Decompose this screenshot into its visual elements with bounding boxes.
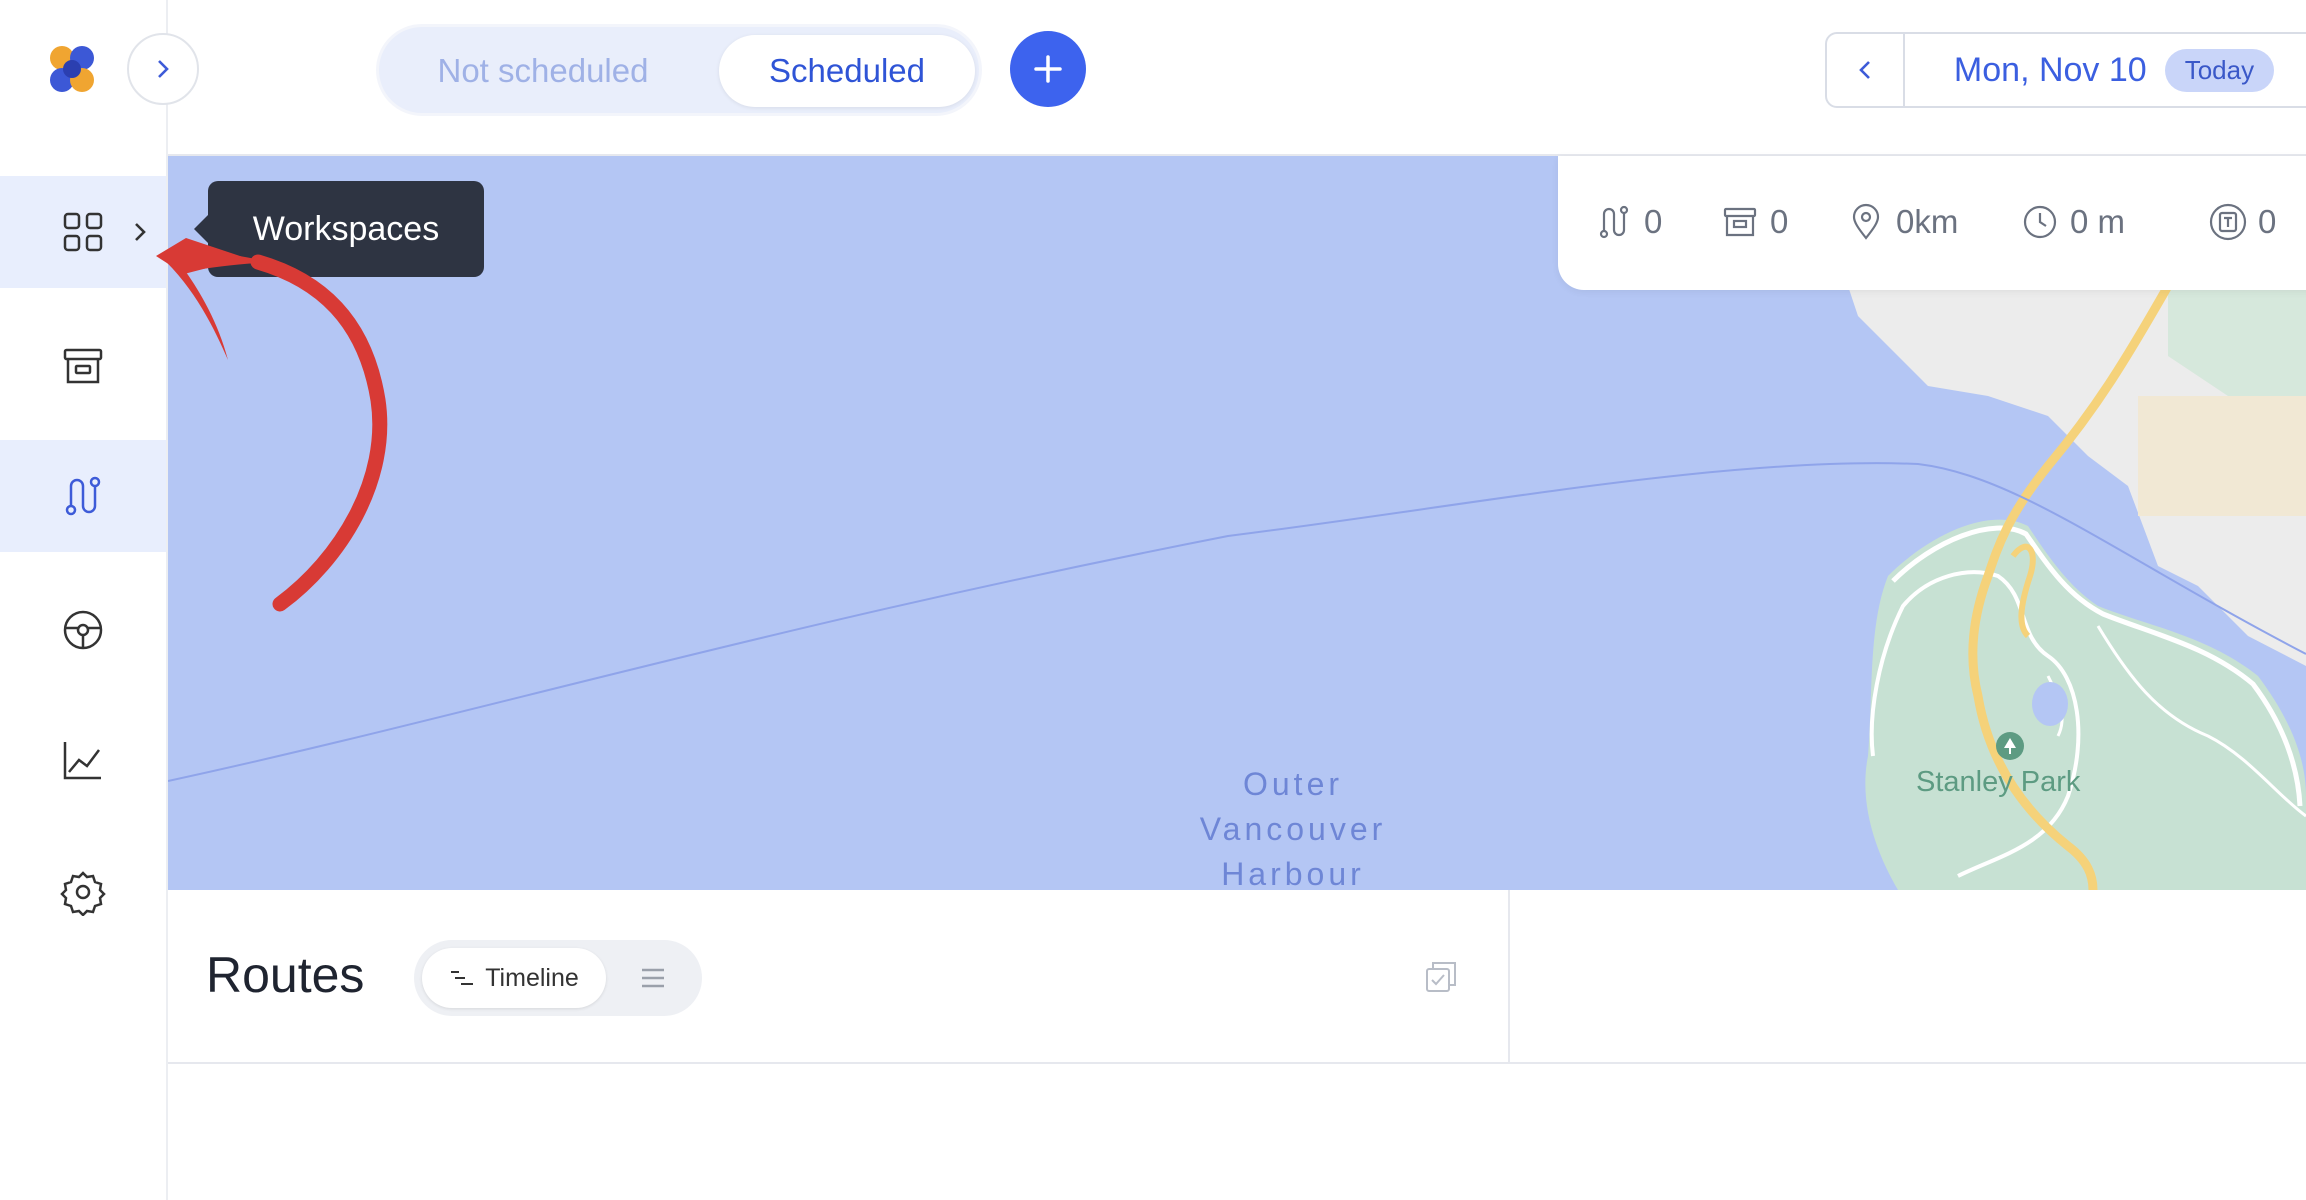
- timeline-view-button[interactable]: Timeline: [422, 948, 606, 1008]
- map-pin-icon: [1852, 203, 1880, 240]
- stat-routes-value: 0: [1644, 203, 1663, 240]
- routes-panel-header: Routes Timeline: [168, 890, 2306, 1064]
- stat-distance-value: 0km: [1896, 203, 1959, 240]
- stat-routes: 0: [1594, 196, 1662, 248]
- archive-box-icon: [1723, 207, 1757, 237]
- timeline-label: Timeline: [485, 963, 579, 992]
- list-icon: [642, 968, 664, 988]
- steering-wheel-icon: [63, 610, 103, 650]
- add-button[interactable]: [1010, 31, 1086, 107]
- date-picker: Mon, Nov 10 Today: [1825, 32, 2306, 108]
- date-label: Mon, Nov 10: [1953, 50, 2147, 89]
- schedule-toggle: Not scheduled Scheduled: [376, 24, 982, 116]
- today-badge[interactable]: Today: [2164, 48, 2275, 92]
- sidebar: [0, 0, 168, 1200]
- water-label-line: Outer: [1242, 766, 1344, 802]
- not-scheduled-tab[interactable]: Not scheduled: [387, 35, 699, 107]
- water-label-line: Harbour: [1221, 856, 1365, 890]
- scheduled-tab[interactable]: Scheduled: [719, 35, 975, 107]
- chevron-right-icon: [135, 223, 146, 241]
- nav-orders[interactable]: [0, 310, 166, 422]
- stat-capacity: 0: [2208, 196, 2276, 248]
- park-label: Stanley Park: [1916, 766, 2081, 798]
- gear-icon: [60, 871, 106, 916]
- nav-routes[interactable]: [0, 440, 166, 552]
- stat-capacity-value: 0: [2258, 203, 2277, 240]
- previous-day-button[interactable]: [1827, 34, 1905, 106]
- grid-icon: [63, 212, 103, 252]
- water-label-line: Vancouver: [1199, 811, 1387, 847]
- plus-icon: [1034, 55, 1062, 83]
- water-label: Outer Vancouver Harbour: [1168, 762, 1418, 890]
- stat-duration: 0 m: [2020, 196, 2125, 248]
- chevron-right-icon: [158, 60, 169, 78]
- route-icon: [65, 476, 101, 516]
- top-bar: Not scheduled Scheduled Mon, Nov 10 Toda…: [168, 0, 2306, 156]
- current-date[interactable]: Mon, Nov 10 Today: [1905, 34, 2306, 106]
- clock-icon: [2023, 205, 2057, 239]
- app-logo: [50, 46, 94, 92]
- nav-settings[interactable]: [0, 836, 166, 948]
- nav-workspaces[interactable]: [0, 176, 166, 288]
- stat-distance: 0km: [1846, 196, 1958, 248]
- routes-title: Routes: [206, 947, 365, 1003]
- chevron-left-icon: [1859, 61, 1870, 79]
- view-toggle: Timeline: [414, 940, 702, 1016]
- stat-duration-value: 0 m: [2070, 203, 2126, 240]
- sidebar-expand-button[interactable]: [127, 33, 199, 105]
- chart-line-icon: [63, 742, 101, 780]
- panel-divider: [1508, 890, 1510, 1062]
- route-icon: [1599, 205, 1629, 239]
- archive-box-icon: [63, 348, 103, 384]
- copy-icon[interactable]: [1424, 960, 1458, 994]
- timeline-icon: [451, 971, 474, 985]
- stats-panel: 0 0 0km 0 m 0: [1558, 156, 2306, 290]
- stat-orders: 0: [1720, 196, 1788, 248]
- stat-orders-value: 0: [1770, 203, 1789, 240]
- workspaces-tooltip: Workspaces: [194, 181, 484, 277]
- nav-analytics[interactable]: [0, 704, 166, 816]
- list-view-button[interactable]: [628, 954, 678, 1002]
- nav-drivers[interactable]: [0, 574, 166, 686]
- capacity-icon: [2209, 203, 2247, 241]
